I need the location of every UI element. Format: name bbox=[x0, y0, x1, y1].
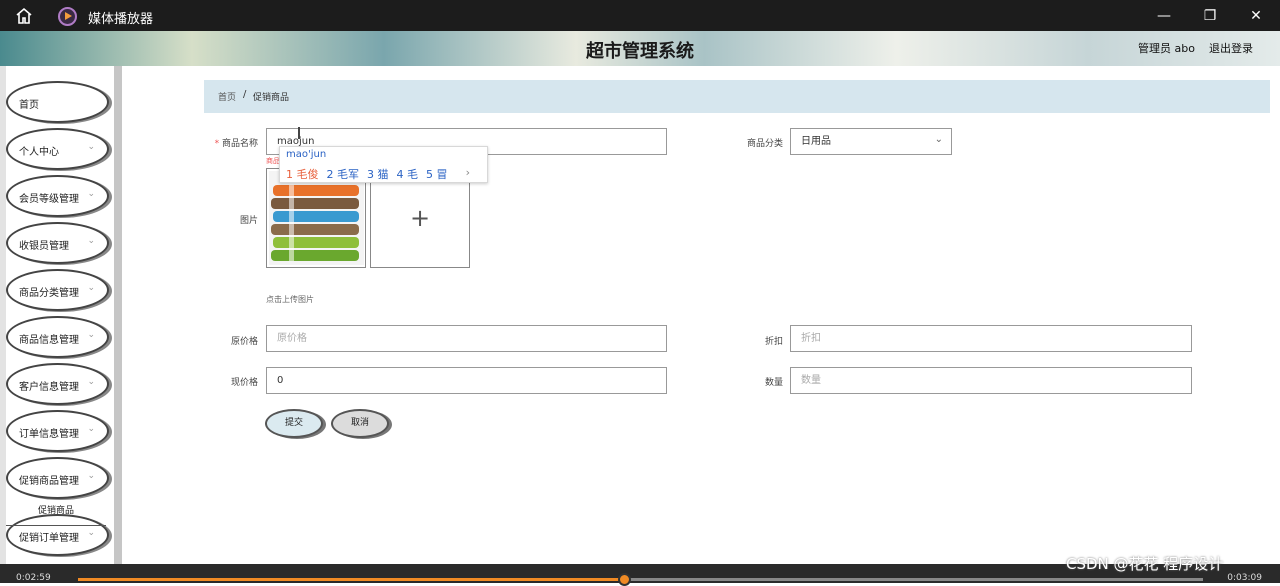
sidebar-item[interactable]: 客户信息管理 ⌄ bbox=[6, 363, 109, 405]
media-player-logo-icon bbox=[58, 7, 77, 26]
sidebar-item[interactable]: 首页 bbox=[6, 81, 109, 123]
ime-candidate-popup: mao'jun 1 毛俊 2 毛军 3 猫 4 毛 5 冒 › bbox=[279, 146, 488, 183]
ime-composition: mao'jun bbox=[286, 149, 327, 160]
towel-stack-image bbox=[269, 171, 364, 265]
breadcrumb-home[interactable]: 首页 bbox=[218, 90, 236, 103]
total-time: 0:03:09 bbox=[1227, 573, 1262, 583]
chevron-down-icon: ⌄ bbox=[87, 330, 95, 340]
sidebar-item[interactable]: 会员等级管理 ⌄ bbox=[6, 175, 109, 217]
current-price-label: 现价格 bbox=[230, 378, 258, 388]
uploaded-image[interactable] bbox=[266, 168, 366, 268]
ime-candidate[interactable]: 4 毛 bbox=[397, 168, 419, 181]
discount-label: 折扣 bbox=[764, 337, 783, 347]
chevron-down-icon: ⌄ bbox=[87, 471, 95, 481]
sidebar: 首页 个人中心 ⌄ 会员等级管理 ⌄ 收银员管理 ⌄ 商品分类管理 ⌄ 商品信息管理 ⌄ 客户信息管理… bbox=[0, 66, 122, 564]
restore-button[interactable]: ❐ bbox=[1198, 4, 1222, 28]
plus-icon: + bbox=[409, 204, 431, 232]
chevron-down-icon: ⌄ bbox=[87, 377, 95, 387]
sidebar-item[interactable]: 商品分类管理 ⌄ bbox=[6, 269, 109, 311]
chevron-down-icon: ⌄ bbox=[934, 134, 943, 145]
sidebar-item-label: 会员等级管理 bbox=[19, 194, 79, 205]
chevron-down-icon: ⌄ bbox=[87, 283, 95, 293]
text-cursor bbox=[298, 127, 300, 139]
submenu-item-promo-products[interactable]: 促销商品 bbox=[6, 500, 106, 526]
sidebar-item[interactable]: 订单信息管理 ⌄ bbox=[6, 410, 109, 452]
sidebar-item-label: 个人中心 bbox=[19, 147, 59, 158]
quantity-input[interactable]: 数量 bbox=[790, 367, 1192, 394]
watermark: CSDN @花花 程序设计 bbox=[1066, 555, 1224, 573]
system-title: 超市管理系统 bbox=[586, 41, 694, 62]
chevron-down-icon: ⌄ bbox=[87, 236, 95, 246]
ime-candidate[interactable]: 5 冒 bbox=[426, 168, 448, 181]
breadcrumb: 首页 / 促销商品 bbox=[204, 80, 1270, 113]
admin-user[interactable]: 管理员 abo bbox=[1138, 40, 1195, 56]
discount-input[interactable]: 折扣 bbox=[790, 325, 1192, 352]
chevron-down-icon: ⌄ bbox=[87, 189, 95, 199]
product-name-error: 商品 bbox=[266, 157, 280, 165]
app-title: 媒体播放器 bbox=[88, 12, 154, 27]
ime-next-page-icon[interactable]: › bbox=[466, 166, 470, 179]
submit-button[interactable]: 提交 bbox=[265, 409, 323, 438]
sidebar-item[interactable]: 个人中心 ⌄ bbox=[6, 128, 109, 170]
elapsed-time: 0:02:59 bbox=[16, 573, 51, 583]
quantity-label: 数量 bbox=[764, 378, 783, 388]
ime-candidate[interactable]: 2 毛军 bbox=[327, 168, 360, 181]
category-value: 日用品 bbox=[801, 136, 831, 147]
sidebar-left-rail bbox=[0, 66, 6, 564]
sidebar-scrollbar[interactable] bbox=[114, 66, 122, 564]
original-price-label: 原价格 bbox=[230, 337, 258, 347]
title-bar: 媒体播放器 — ❐ ✕ bbox=[0, 0, 1280, 31]
app-header: 超市管理系统 管理员 abo 退出登录 bbox=[0, 31, 1280, 66]
category-label: 商品分类 bbox=[746, 139, 783, 149]
upload-image-button[interactable]: + bbox=[370, 168, 470, 268]
ime-candidates: 1 毛俊 2 毛军 3 猫 4 毛 5 冒 bbox=[286, 166, 456, 182]
sidebar-item-label: 商品信息管理 bbox=[19, 335, 79, 346]
seek-bar[interactable] bbox=[78, 573, 1203, 586]
chevron-down-icon: ⌄ bbox=[87, 528, 95, 538]
breadcrumb-separator: / bbox=[243, 89, 247, 100]
image-label: 图片 bbox=[239, 216, 258, 226]
upload-hint: 点击上传图片 bbox=[266, 295, 314, 304]
current-price-input[interactable]: 0 bbox=[266, 367, 667, 394]
sidebar-item-label: 订单信息管理 bbox=[19, 429, 79, 440]
cancel-button[interactable]: 取消 bbox=[331, 409, 389, 438]
sidebar-item-label: 客户信息管理 bbox=[19, 382, 79, 393]
sidebar-item-label: 促销订单管理 bbox=[19, 533, 79, 544]
sidebar-item-label: 首页 bbox=[19, 100, 39, 111]
product-name-label: * 商品名称 bbox=[214, 139, 258, 149]
seek-progress bbox=[78, 578, 624, 581]
sidebar-item[interactable]: 促销商品管理 ⌄ bbox=[6, 457, 109, 499]
breadcrumb-current: 促销商品 bbox=[253, 93, 290, 103]
chevron-down-icon: ⌄ bbox=[87, 424, 95, 434]
ime-candidate[interactable]: 3 猫 bbox=[367, 168, 389, 181]
sidebar-item-label: 商品分类管理 bbox=[19, 288, 79, 299]
sidebar-item[interactable]: 收银员管理 ⌄ bbox=[6, 222, 109, 264]
category-select[interactable]: 日用品 ⌄ bbox=[790, 128, 952, 155]
sidebar-item-label: 收银员管理 bbox=[19, 241, 69, 252]
seek-handle[interactable] bbox=[618, 573, 631, 586]
sidebar-item[interactable]: 商品信息管理 ⌄ bbox=[6, 316, 109, 358]
sidebar-item-label: 促销商品管理 bbox=[19, 476, 79, 487]
original-price-input[interactable]: 原价格 bbox=[266, 325, 667, 352]
home-icon[interactable] bbox=[15, 7, 33, 25]
ime-candidate[interactable]: 1 毛俊 bbox=[286, 168, 319, 181]
chevron-down-icon: ⌄ bbox=[87, 142, 95, 152]
close-button[interactable]: ✕ bbox=[1244, 4, 1268, 28]
logout-link[interactable]: 退出登录 bbox=[1209, 40, 1253, 56]
minimize-button[interactable]: — bbox=[1152, 4, 1176, 28]
